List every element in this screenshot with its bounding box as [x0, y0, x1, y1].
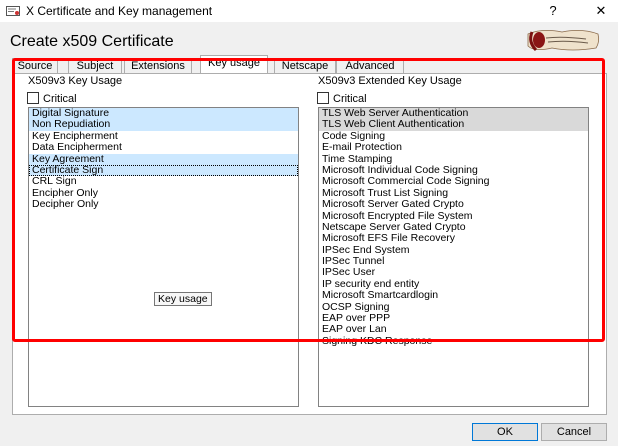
help-button[interactable]: ?: [538, 0, 568, 22]
tab-extensions[interactable]: Extensions: [124, 58, 192, 73]
dialog-header: Create x509 Certificate: [0, 22, 618, 56]
title-bar: X Certificate and Key management ? ✕: [0, 0, 618, 22]
app-logo-icon: [527, 30, 600, 52]
tab-source[interactable]: Source: [12, 58, 58, 73]
tab-netscape[interactable]: Netscape: [274, 58, 336, 73]
key-usage-group-label: X509v3 Key Usage: [26, 75, 125, 87]
list-item[interactable]: Decipher Only: [29, 198, 298, 210]
checkbox-icon: [317, 92, 329, 104]
ext-key-usage-group-label: X509v3 Extended Key Usage: [316, 75, 464, 87]
ok-button[interactable]: OK: [472, 423, 538, 441]
checkbox-icon: [27, 92, 39, 104]
list-item[interactable]: Microsoft Smartcardlogin: [319, 289, 588, 301]
app-icon: [6, 6, 20, 16]
page-title: Create x509 Certificate: [10, 33, 174, 50]
tab-key-usage[interactable]: Key usage: [200, 55, 268, 74]
list-item[interactable]: Data Encipherment: [29, 141, 298, 153]
ext-key-usage-list[interactable]: TLS Web Server Authentication TLS Web Cli…: [318, 107, 589, 407]
list-item[interactable]: Microsoft EFS File Recovery: [319, 232, 588, 244]
critical-label: Critical: [333, 93, 367, 105]
tab-advanced[interactable]: Advanced: [336, 58, 404, 73]
key-usage-critical-checkbox[interactable]: Critical: [27, 92, 77, 105]
list-item[interactable]: Microsoft Server Gated Crypto: [319, 198, 588, 210]
tooltip: Key usage: [154, 292, 212, 306]
list-item[interactable]: Signing KDC Response: [319, 335, 588, 347]
cancel-button[interactable]: Cancel: [541, 423, 607, 441]
ext-key-usage-critical-checkbox[interactable]: Critical: [317, 92, 367, 105]
key-usage-list[interactable]: Digital Signature Non Repudiation Key Enci…: [28, 107, 299, 407]
tab-subject[interactable]: Subject: [68, 58, 122, 73]
close-button[interactable]: ✕: [586, 0, 616, 22]
critical-label: Critical: [43, 93, 77, 105]
list-item[interactable]: E-mail Protection: [319, 141, 588, 153]
window-title: X Certificate and Key management: [26, 4, 213, 18]
